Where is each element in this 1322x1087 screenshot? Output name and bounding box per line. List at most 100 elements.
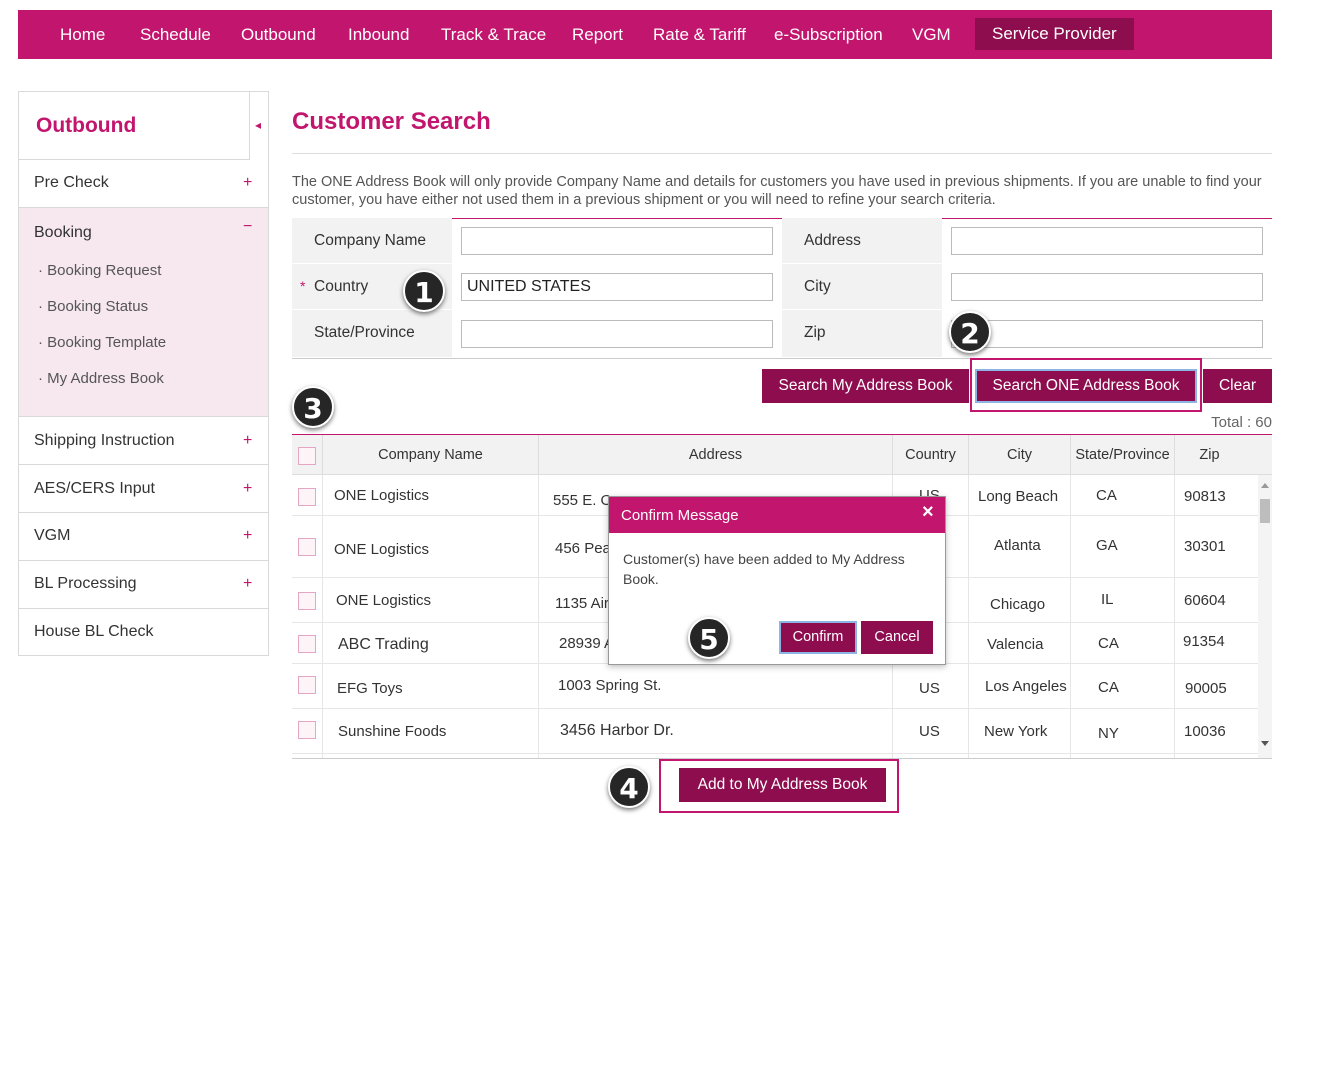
column-header-state[interactable]: State/Province bbox=[1070, 435, 1174, 475]
nav-vgm[interactable]: VGM bbox=[912, 10, 951, 59]
nav-schedule[interactable]: Schedule bbox=[140, 10, 211, 59]
sidebar-item-vgm[interactable]: VGM + bbox=[19, 513, 268, 561]
step-badge-1: 1 bbox=[403, 270, 445, 312]
company-name-input[interactable] bbox=[461, 227, 773, 255]
cell-company: ONE Logistics bbox=[336, 592, 432, 609]
cell-country: US bbox=[919, 680, 940, 697]
sidebar-item-label[interactable]: Booking bbox=[34, 224, 92, 242]
row-checkbox[interactable] bbox=[298, 538, 316, 556]
cell-city: Long Beach bbox=[978, 488, 1059, 505]
step-badge-5: 5 bbox=[688, 617, 730, 659]
sidebar-item-aes-cers-input[interactable]: AES/CERS Input + bbox=[19, 465, 268, 513]
cell-state: CA bbox=[1096, 487, 1117, 504]
row-checkbox[interactable] bbox=[298, 488, 316, 506]
nav-home[interactable]: Home bbox=[60, 10, 105, 59]
column-header-city[interactable]: City bbox=[968, 435, 1070, 475]
country-input[interactable] bbox=[461, 273, 773, 301]
nav-rate-tariff[interactable]: Rate & Tariff bbox=[653, 10, 746, 59]
cell-state: CA bbox=[1098, 635, 1119, 652]
confirm-button[interactable]: Confirm bbox=[779, 621, 857, 654]
state-label-cell: State/Province bbox=[292, 310, 452, 358]
city-input[interactable] bbox=[951, 273, 1263, 301]
sidebar-title: Outbound bbox=[36, 114, 137, 137]
column-header-country[interactable]: Country bbox=[892, 435, 968, 475]
sidebar-item-pre-check[interactable]: Pre Check + bbox=[19, 160, 268, 208]
sidebar: Outbound ◂ Pre Check + Booking − · Booki… bbox=[18, 91, 269, 656]
scroll-up-arrow-icon[interactable] bbox=[1261, 483, 1269, 488]
scrollbar-thumb[interactable] bbox=[1260, 499, 1270, 523]
address-label-cell: Address bbox=[782, 218, 942, 264]
page-title: Customer Search bbox=[292, 108, 491, 135]
state-input[interactable] bbox=[461, 320, 773, 348]
cell-state: NY bbox=[1098, 725, 1119, 742]
cell-address: 555 E. O bbox=[553, 492, 613, 509]
cell-company: ONE Logistics bbox=[334, 487, 430, 504]
state-label: State/Province bbox=[314, 324, 415, 341]
sidebar-subitem-booking-template[interactable]: · Booking Template bbox=[38, 334, 166, 351]
table-row[interactable]: EFG Toys 1003 Spring St. US Los Angeles … bbox=[292, 664, 1258, 709]
row-checkbox[interactable] bbox=[298, 592, 316, 610]
nav-service-provider[interactable]: Service Provider bbox=[975, 18, 1134, 50]
column-header-address[interactable]: Address bbox=[538, 435, 892, 475]
title-divider bbox=[292, 153, 1272, 154]
column-header-company-name[interactable]: Company Name bbox=[322, 435, 538, 475]
sidebar-subitem-booking-request[interactable]: · Booking Request bbox=[38, 262, 161, 279]
nav-track-trace[interactable]: Track & Trace bbox=[441, 10, 546, 59]
scroll-down-arrow-icon[interactable] bbox=[1261, 741, 1269, 746]
dialog-message: Customer(s) have been added to My Addres… bbox=[623, 551, 905, 587]
search-one-address-book-button[interactable]: Search ONE Address Book bbox=[975, 369, 1197, 403]
close-icon[interactable]: × bbox=[922, 501, 934, 524]
sidebar-subitem-my-address-book[interactable]: · My Address Book bbox=[38, 370, 164, 387]
cell-country: US bbox=[919, 723, 940, 740]
cell-state: IL bbox=[1101, 591, 1114, 608]
cell-state: CA bbox=[1098, 679, 1119, 696]
zip-label: Zip bbox=[804, 324, 826, 341]
nav-e-subscription[interactable]: e-Subscription bbox=[774, 10, 883, 59]
cell-company: EFG Toys bbox=[337, 680, 403, 697]
address-input[interactable] bbox=[951, 227, 1263, 255]
table-header: Company Name Address Country City State/… bbox=[292, 435, 1272, 475]
sidebar-item-label: Pre Check bbox=[34, 174, 109, 191]
minus-icon[interactable]: − bbox=[243, 218, 252, 236]
dialog-header: Confirm Message × bbox=[609, 497, 945, 533]
plus-icon: + bbox=[243, 575, 253, 592]
row-checkbox[interactable] bbox=[298, 635, 316, 653]
sidebar-subitem-booking-status[interactable]: · Booking Status bbox=[38, 298, 148, 315]
cell-city: New York bbox=[984, 723, 1048, 740]
address-label: Address bbox=[804, 232, 861, 249]
select-all-checkbox[interactable] bbox=[298, 447, 316, 465]
nav-inbound[interactable]: Inbound bbox=[348, 10, 409, 59]
cell-address: 3456 Harbor Dr. bbox=[560, 722, 674, 739]
collapse-arrow-icon[interactable]: ◂ bbox=[255, 118, 261, 132]
sidebar-item-label: Shipping Instruction bbox=[34, 432, 175, 449]
sidebar-item-shipping-instruction[interactable]: Shipping Instruction + bbox=[19, 417, 268, 465]
zip-input[interactable] bbox=[951, 320, 1263, 348]
row-checkbox[interactable] bbox=[298, 721, 316, 739]
cell-city: Chicago bbox=[990, 596, 1046, 613]
table-scrollbar[interactable] bbox=[1258, 475, 1272, 758]
cell-address: 1135 Air bbox=[555, 595, 609, 612]
total-count: Total : 60 bbox=[1211, 414, 1272, 431]
notice-text: The ONE Address Book will only provide C… bbox=[292, 174, 1262, 208]
sidebar-item-booking: Booking − · Booking Request · Booking St… bbox=[19, 208, 268, 417]
cell-address: 1003 Spring St. bbox=[558, 677, 662, 694]
nav-outbound[interactable]: Outbound bbox=[241, 10, 316, 59]
cell-zip: 10036 bbox=[1184, 723, 1226, 740]
search-my-address-book-button[interactable]: Search My Address Book bbox=[762, 369, 969, 403]
table-row[interactable]: Sunshine Foods 3456 Harbor Dr. US New Yo… bbox=[292, 709, 1258, 754]
company-name-label-cell: Company Name bbox=[292, 218, 452, 264]
company-name-label: Company Name bbox=[314, 232, 426, 249]
add-to-my-address-book-button[interactable]: Add to My Address Book bbox=[679, 768, 886, 802]
sidebar-item-house-bl-check[interactable]: House BL Check bbox=[19, 609, 268, 655]
sidebar-item-label: VGM bbox=[34, 527, 71, 544]
nav-report[interactable]: Report bbox=[572, 10, 623, 59]
cell-zip: 60604 bbox=[1184, 592, 1226, 609]
city-label-cell: City bbox=[782, 264, 942, 310]
row-checkbox[interactable] bbox=[298, 676, 316, 694]
step-badge-4: 4 bbox=[608, 766, 650, 808]
sidebar-item-bl-processing[interactable]: BL Processing + bbox=[19, 561, 268, 609]
plus-icon: + bbox=[243, 527, 253, 544]
cancel-button[interactable]: Cancel bbox=[861, 621, 933, 654]
column-header-zip[interactable]: Zip bbox=[1174, 435, 1244, 475]
clear-button[interactable]: Clear bbox=[1203, 369, 1272, 403]
